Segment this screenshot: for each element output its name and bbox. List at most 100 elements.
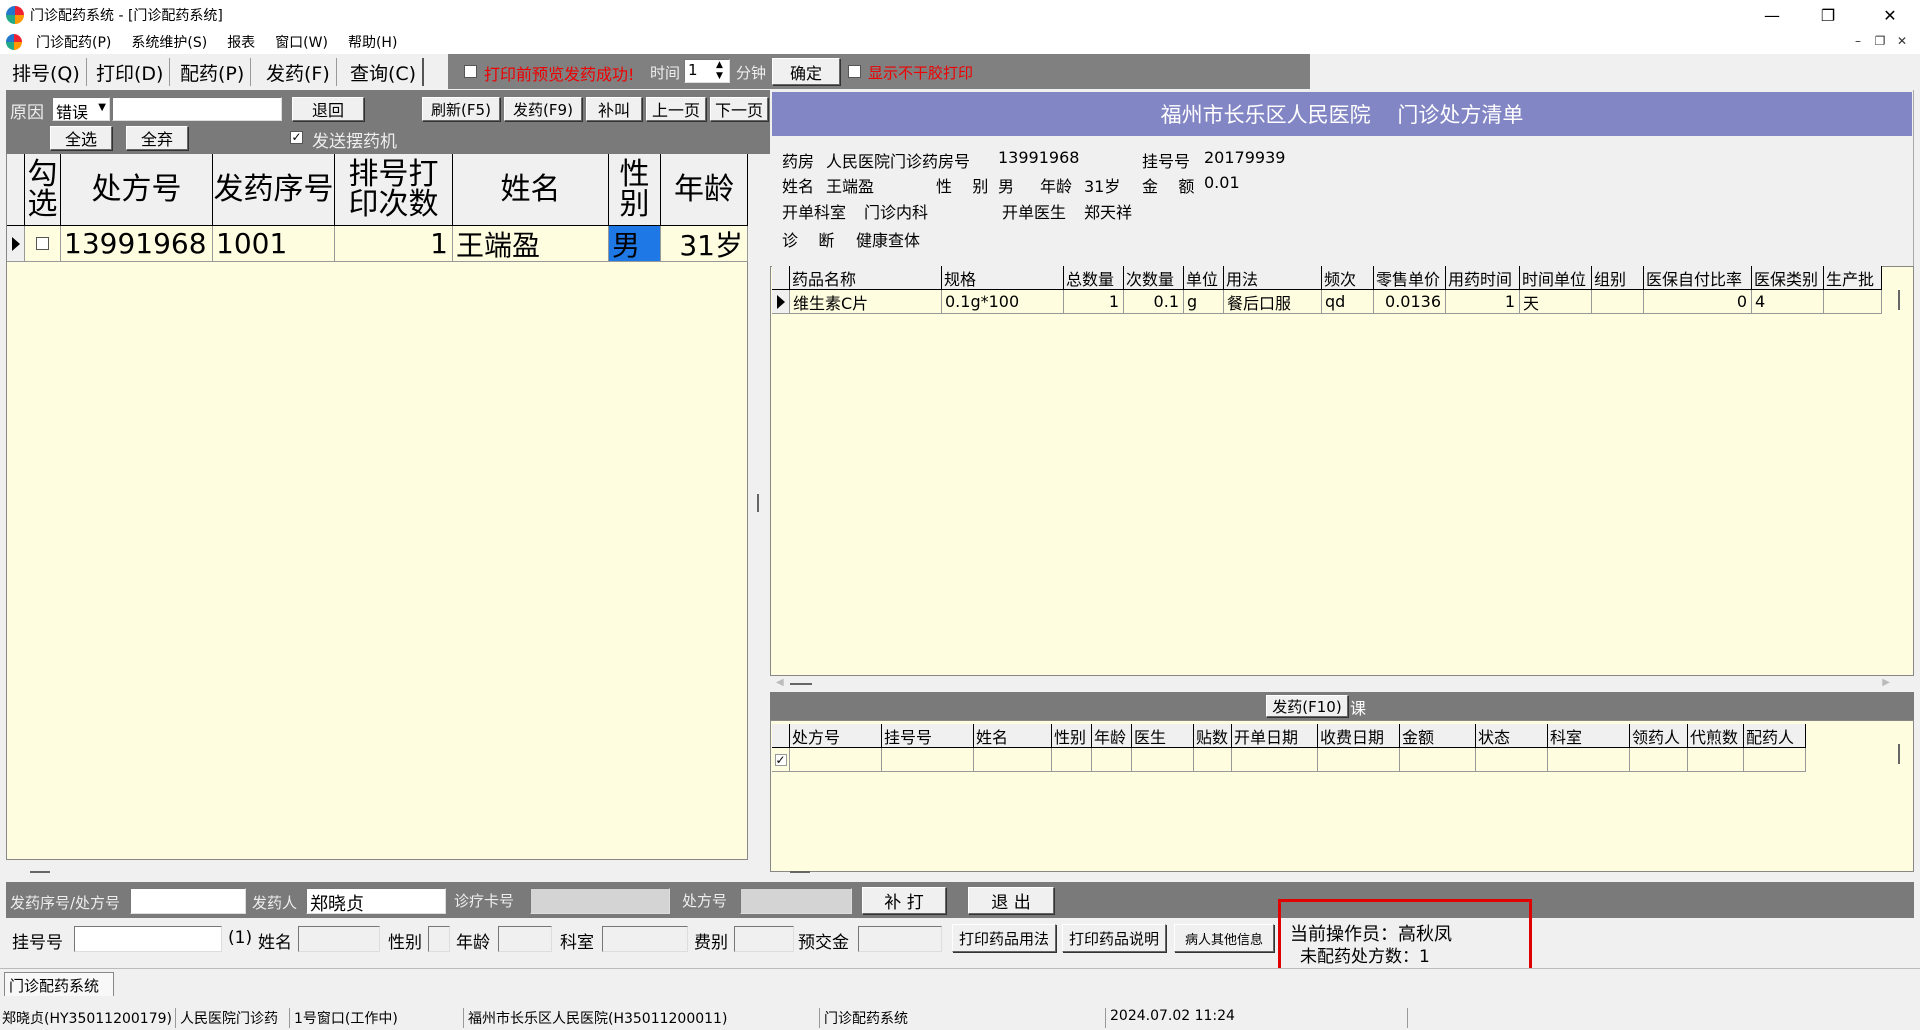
mdi-close-icon[interactable]: ✕ bbox=[1892, 32, 1912, 50]
send-machine-checkbox[interactable] bbox=[290, 131, 303, 144]
query-button[interactable]: 查询(C) bbox=[344, 58, 425, 86]
reg-input[interactable] bbox=[74, 926, 222, 952]
dry-print-checkbox[interactable] bbox=[848, 65, 861, 78]
dispensed-vscroll-thumb[interactable] bbox=[1898, 744, 1900, 764]
dispensed-cell[interactable] bbox=[1052, 748, 1092, 772]
menu-maintenance[interactable]: 系统维护(S) bbox=[121, 32, 217, 52]
print-usage-button[interactable]: 打印药品用法 bbox=[952, 924, 1056, 952]
dispensed-hscroll-thumb[interactable] bbox=[790, 871, 810, 873]
drug-cell[interactable]: qd bbox=[1322, 290, 1374, 314]
restore-button[interactable]: ❐ bbox=[1800, 0, 1856, 30]
menu-help[interactable]: 帮助(H) bbox=[338, 32, 407, 52]
tab-dispense-system[interactable]: 门诊配药系统 bbox=[4, 972, 114, 996]
deposit-input[interactable] bbox=[858, 926, 942, 952]
dispensed-cell[interactable] bbox=[1630, 748, 1688, 772]
drug-cell[interactable]: 0.0136 bbox=[1374, 290, 1446, 314]
dispenser-input[interactable]: 郑晓贞 bbox=[306, 888, 446, 914]
cell-name[interactable]: 王端盈 bbox=[453, 226, 609, 262]
cell-seq[interactable]: 1001 bbox=[213, 226, 335, 262]
dispensed-cell[interactable] bbox=[1548, 748, 1630, 772]
dispensed-cell[interactable] bbox=[1318, 748, 1400, 772]
drug-cell[interactable]: 4 bbox=[1752, 290, 1824, 314]
dispensed-cell[interactable] bbox=[790, 748, 882, 772]
time-label: 时间 bbox=[650, 64, 681, 82]
drug-cell[interactable]: 0 bbox=[1644, 290, 1752, 314]
drug-cell[interactable]: 1 bbox=[1064, 290, 1124, 314]
minimize-button[interactable]: — bbox=[1744, 0, 1800, 30]
queue-button[interactable]: 排号(Q) bbox=[6, 58, 87, 86]
drug-cell[interactable]: 餐后口服 bbox=[1224, 290, 1322, 314]
dispensed-cell[interactable] bbox=[1194, 748, 1232, 772]
exit-button[interactable]: 退 出 bbox=[968, 887, 1054, 914]
select-all-button[interactable]: 全选 bbox=[50, 126, 112, 150]
dispensed-cell[interactable] bbox=[1400, 748, 1476, 772]
seq-input[interactable] bbox=[130, 888, 246, 914]
dispensed-cell[interactable] bbox=[882, 748, 974, 772]
mdi-minimize-icon[interactable]: – bbox=[1848, 32, 1868, 50]
confirm-button[interactable]: 确定 bbox=[772, 58, 840, 85]
dispensed-row-check[interactable] bbox=[772, 748, 790, 772]
reason-text-input[interactable] bbox=[112, 97, 282, 121]
other-info-button[interactable]: 病人其他信息 bbox=[1174, 924, 1274, 952]
deselect-all-button[interactable]: 全弃 bbox=[126, 126, 188, 150]
cell-age[interactable]: 31岁 bbox=[661, 226, 748, 262]
menu-reports[interactable]: 报表 bbox=[217, 32, 265, 52]
drug-vscroll-thumb[interactable] bbox=[1898, 290, 1900, 310]
left-hscroll-thumb[interactable] bbox=[30, 871, 50, 873]
minutes-spinner-icon[interactable]: ▲ ▼ bbox=[716, 60, 723, 82]
dispense-f9-button[interactable]: 发药(F9) bbox=[504, 97, 582, 121]
cell-gender[interactable]: 男 bbox=[609, 226, 661, 262]
name-input[interactable] bbox=[298, 926, 380, 952]
dispensed-cell[interactable] bbox=[1232, 748, 1318, 772]
dispensed-cell[interactable] bbox=[1132, 748, 1194, 772]
minutes-unit: 分钟 bbox=[736, 64, 767, 82]
dispensed-cell[interactable] bbox=[1688, 748, 1744, 772]
recall-button[interactable]: 补叫 bbox=[586, 97, 642, 121]
dispensed-cell[interactable] bbox=[1476, 748, 1548, 772]
dept-label: 开单科室 bbox=[782, 203, 847, 222]
amount-label: 金 额 bbox=[1142, 177, 1195, 196]
dispense-f10-tab[interactable]: 发药(F10) bbox=[1266, 695, 1348, 717]
dispensed-cell[interactable] bbox=[1092, 748, 1132, 772]
fee-input[interactable] bbox=[734, 926, 794, 952]
gender-input[interactable] bbox=[428, 926, 450, 952]
print-desc-button[interactable]: 打印药品说明 bbox=[1062, 924, 1166, 952]
drug-cell[interactable]: 1 bbox=[1446, 290, 1520, 314]
mdi-restore-icon[interactable]: ❐ bbox=[1870, 32, 1890, 50]
next-page-button[interactable]: 下一页 bbox=[710, 97, 768, 121]
drug-cell[interactable]: 天 bbox=[1520, 290, 1592, 314]
drug-cell[interactable]: 0.1g*100 bbox=[942, 290, 1064, 314]
left-splitter[interactable] bbox=[748, 154, 770, 860]
reprint-button[interactable]: 补 打 bbox=[862, 887, 946, 914]
print-button[interactable]: 打印(D) bbox=[90, 58, 171, 86]
drug-cell[interactable] bbox=[1824, 290, 1882, 314]
cell-rx[interactable]: 13991968 bbox=[61, 226, 213, 262]
dispensed-col-header: 金额 bbox=[1400, 724, 1476, 748]
age-input[interactable] bbox=[498, 926, 552, 952]
drug-hscrollbar[interactable]: ◀ ▶ bbox=[772, 676, 1914, 692]
dispensed-check-checkbox[interactable] bbox=[774, 753, 787, 766]
preview-checkbox[interactable] bbox=[464, 65, 477, 78]
card-input[interactable] bbox=[530, 888, 670, 914]
prepare-button[interactable]: 配药(P) bbox=[174, 58, 252, 86]
dept-input[interactable] bbox=[602, 926, 688, 952]
row-check-checkbox[interactable] bbox=[36, 237, 49, 250]
table-row[interactable] bbox=[25, 226, 61, 262]
cell-prints[interactable]: 1 bbox=[335, 226, 453, 262]
dispensed-cell[interactable] bbox=[974, 748, 1052, 772]
menu-dispense[interactable]: 门诊配药(P) bbox=[26, 32, 121, 52]
prev-page-button[interactable]: 上一页 bbox=[646, 97, 706, 121]
reason-select[interactable]: 错误 ▼ bbox=[52, 97, 110, 121]
rx-input[interactable] bbox=[740, 888, 852, 914]
dispensed-cell[interactable] bbox=[1744, 748, 1806, 772]
return-button[interactable]: 退回 bbox=[292, 97, 364, 121]
drug-cell[interactable]: 维生素C片 bbox=[790, 290, 942, 314]
dispense-menu-button[interactable]: 发药(F) bbox=[260, 58, 337, 86]
drug-cell[interactable]: g bbox=[1184, 290, 1224, 314]
menu-window[interactable]: 窗口(W) bbox=[265, 32, 338, 52]
drug-cell[interactable]: 0.1 bbox=[1124, 290, 1184, 314]
close-button[interactable]: ✕ bbox=[1862, 0, 1918, 30]
drug-cell[interactable] bbox=[1592, 290, 1644, 314]
refresh-button[interactable]: 刷新(F5) bbox=[422, 97, 500, 121]
minutes-input[interactable]: 1 bbox=[684, 59, 730, 83]
